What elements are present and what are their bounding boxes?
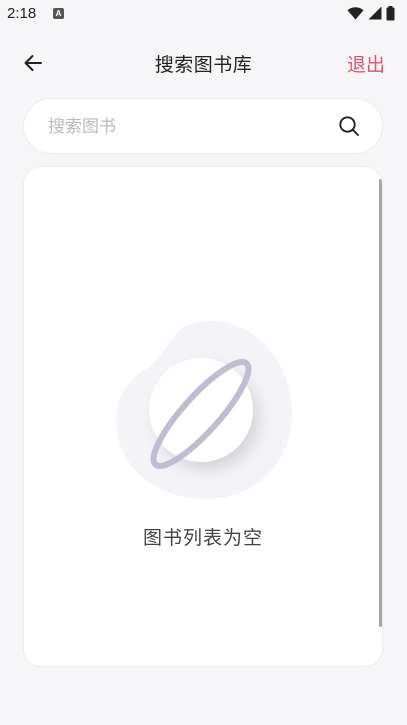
search-input[interactable] xyxy=(46,99,330,155)
status-bar: 2:18 A xyxy=(0,0,407,28)
status-icons xyxy=(347,5,395,21)
notification-a-icon: A xyxy=(53,8,64,19)
planet-icon xyxy=(116,320,293,499)
book-list[interactable]: 图书列表为空 xyxy=(23,166,383,667)
signal-icon xyxy=(368,6,382,20)
search-icon[interactable] xyxy=(338,115,360,137)
status-time: 2:18 xyxy=(7,5,37,22)
exit-button[interactable]: 退出 xyxy=(347,50,385,77)
empty-state-text: 图书列表为空 xyxy=(142,527,263,549)
app-header: 搜索图书库 退出 xyxy=(0,40,407,86)
search-bar xyxy=(23,98,383,155)
battery-icon xyxy=(386,5,395,20)
wifi-icon xyxy=(347,7,364,20)
scrollbar[interactable] xyxy=(379,179,382,627)
page-title: 搜索图书库 xyxy=(154,54,253,76)
